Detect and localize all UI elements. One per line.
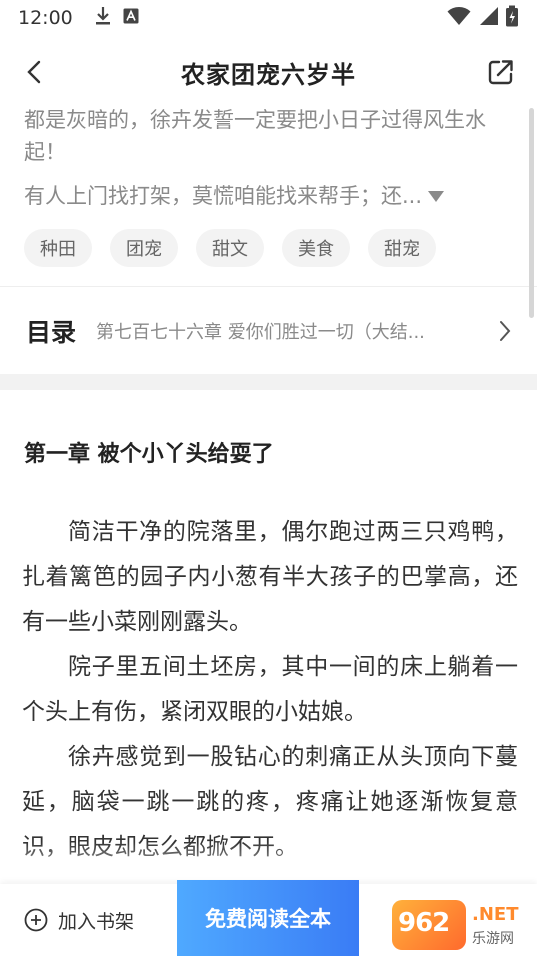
watermark-cn: 乐游网 (472, 931, 514, 947)
read-free-button[interactable]: 免费阅读全本 (177, 880, 359, 956)
tag-item[interactable]: 甜文 (196, 229, 264, 267)
share-button[interactable] (485, 56, 517, 88)
signal-icon (477, 6, 499, 30)
back-button[interactable] (20, 58, 48, 86)
toc-row[interactable]: 目录 第七百七十六章 爱你们胜过一切（大结... (0, 288, 537, 374)
status-bar: 12:00 (0, 0, 537, 36)
chapter-paragraph: 简洁干净的院落里，偶尔跑过两三只鸡鸭，扎着篱笆的园子内小葱有半大孩子的巴掌高，还… (22, 519, 518, 635)
divider (0, 286, 537, 287)
battery-icon (505, 5, 519, 31)
tag-item[interactable]: 种田 (24, 229, 92, 267)
scrollbar[interactable] (529, 108, 534, 318)
book-intro-text: 有人上门找打架，莫慌咱能找来帮手；还... (24, 184, 423, 208)
status-time: 12:00 (18, 7, 73, 29)
section-gap (0, 374, 537, 390)
tag-item[interactable]: 美食 (282, 229, 350, 267)
wifi-icon (447, 6, 471, 30)
toc-label: 目录 (26, 318, 77, 347)
nav-bar: 农家团宠六岁半 (0, 36, 537, 108)
status-right-icons (447, 5, 519, 31)
status-left-icons (95, 6, 139, 30)
notification-a-icon (123, 8, 139, 28)
tag-list: 种田 团宠 甜文 美食 甜宠 (24, 229, 436, 267)
share-icon (488, 60, 513, 85)
chapter-body: 简洁干净的院落里，偶尔跑过两三只鸡鸭，扎着篱笆的园子内小葱有半大孩子的巴掌高，还… (22, 510, 518, 896)
tag-item[interactable]: 甜宠 (368, 229, 436, 267)
book-intro-more[interactable]: 有人上门找打架，莫慌咱能找来帮手；还... (24, 180, 510, 212)
latest-chapter: 第七百七十六章 爱你们胜过一切（大结... (96, 322, 425, 343)
watermark-net: .NET (472, 904, 519, 925)
download-icon (95, 6, 111, 30)
page-title: 农家团宠六岁半 (181, 60, 356, 89)
tag-item[interactable]: 团宠 (110, 229, 178, 267)
chapter-paragraph: 院子里五间土坯房，其中一间的床上躺着一个头上有伤，紧闭双眼的小姑娘。 (22, 654, 518, 725)
add-to-shelf-button[interactable]: 加入书架 (24, 884, 134, 956)
expand-arrow-icon[interactable] (428, 190, 445, 202)
watermark-number: 962 (398, 908, 450, 938)
watermark-logo: 962 .NET 乐游网 (392, 900, 530, 952)
chevron-left-icon (27, 60, 41, 84)
add-to-shelf-label: 加入书架 (58, 910, 135, 933)
chapter-title: 第一章 被个小丫头给耍了 (24, 442, 274, 467)
chevron-right-icon (495, 319, 515, 343)
book-intro: 都是灰暗的，徐卉发誓一定要把小日子过得风生水起！ (24, 108, 486, 164)
watermark-badge: 962 (392, 900, 466, 950)
plus-circle-icon (24, 908, 48, 932)
